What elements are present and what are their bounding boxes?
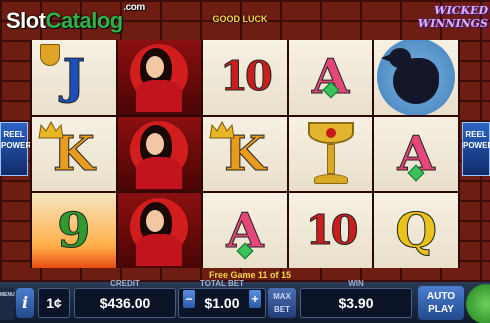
game-title-logo: WICKED WINNINGS	[417, 4, 488, 30]
shield-icon	[40, 44, 60, 66]
reel-5: A Q	[374, 40, 458, 269]
reel-4: A 10	[288, 40, 373, 269]
devil-lady-icon	[124, 119, 194, 189]
reel-2-cell-3	[117, 193, 202, 269]
reel-grid: J K 9 10 K A A 10 A Q	[30, 40, 460, 269]
reel-power-badge-right: REEL POWER	[462, 122, 490, 176]
reel-1: J K 9	[32, 40, 116, 269]
spin-button[interactable]	[466, 284, 490, 323]
reel-1-cell-2: K	[32, 116, 116, 192]
reel-3: 10 K A	[203, 40, 287, 269]
raven-icon	[377, 40, 456, 115]
reel-3-cell-3: A	[203, 193, 287, 269]
reel-4-cell-3: 10	[288, 193, 373, 269]
info-button[interactable]: i	[16, 288, 34, 318]
autoplay-button[interactable]: AUTO PLAY	[418, 286, 464, 320]
reel-4-cell-2	[288, 116, 373, 192]
logo-accent: Catalog	[45, 8, 124, 33]
logo-main: Slot	[6, 8, 46, 33]
credit-label: CREDIT	[110, 279, 140, 288]
total-bet-label: TOTAL BET	[200, 279, 244, 288]
symbol-letter: 10	[305, 206, 359, 254]
reel-1-cell-3: 9	[32, 193, 116, 269]
control-bar: MENU i 1¢ CREDIT $436.00 TOTAL BET $1.00…	[0, 279, 490, 323]
decrease-bet-button[interactable]: −	[183, 290, 195, 308]
crown-icon	[38, 120, 64, 139]
devil-lady-icon	[124, 196, 194, 266]
win-display: WIN $3.90	[300, 279, 412, 318]
win-value: $3.90	[338, 295, 374, 311]
reel-4-cell-1: A	[288, 40, 373, 115]
reel-5-cell-2: A	[374, 116, 458, 192]
good-luck-message: GOOD LUCK	[212, 14, 268, 24]
crown-icon	[209, 120, 235, 139]
reel-2	[117, 40, 202, 269]
denomination-selector[interactable]: 1¢	[38, 288, 70, 318]
win-label: WIN	[348, 279, 364, 288]
chalice-icon	[307, 122, 354, 186]
reel-power-badge-left: REEL POWER	[0, 122, 31, 176]
top-bar: SlotCatalog .com GOOD LUCK WICKED WINNIN…	[0, 0, 490, 36]
symbol-letter: Q	[395, 202, 438, 259]
reel-1-cell-1: J	[32, 40, 116, 115]
increase-bet-button[interactable]: +	[249, 290, 261, 308]
devil-lady-icon	[124, 42, 194, 113]
reel-3-cell-2: K	[203, 116, 287, 192]
slotcatalog-logo: SlotCatalog .com	[6, 2, 145, 34]
menu-button[interactable]: MENU	[0, 288, 15, 320]
logo-suffix: .com	[123, 2, 145, 13]
reel-5-cell-3: Q	[374, 193, 458, 269]
symbol-letter: 10	[220, 53, 274, 101]
reel-2-cell-2	[117, 116, 202, 192]
reel-2-cell-1	[117, 40, 202, 115]
reel-5-cell-1	[374, 40, 458, 115]
credit-display: CREDIT $436.00	[74, 279, 176, 318]
symbol-letter: J	[62, 49, 86, 106]
denomination-value: 1¢	[46, 295, 62, 311]
credit-value: $436.00	[99, 295, 151, 311]
reel-3-cell-1: 10	[203, 40, 287, 115]
symbol-letter: 9	[57, 202, 91, 259]
max-bet-button[interactable]: MAX BET	[268, 288, 296, 318]
